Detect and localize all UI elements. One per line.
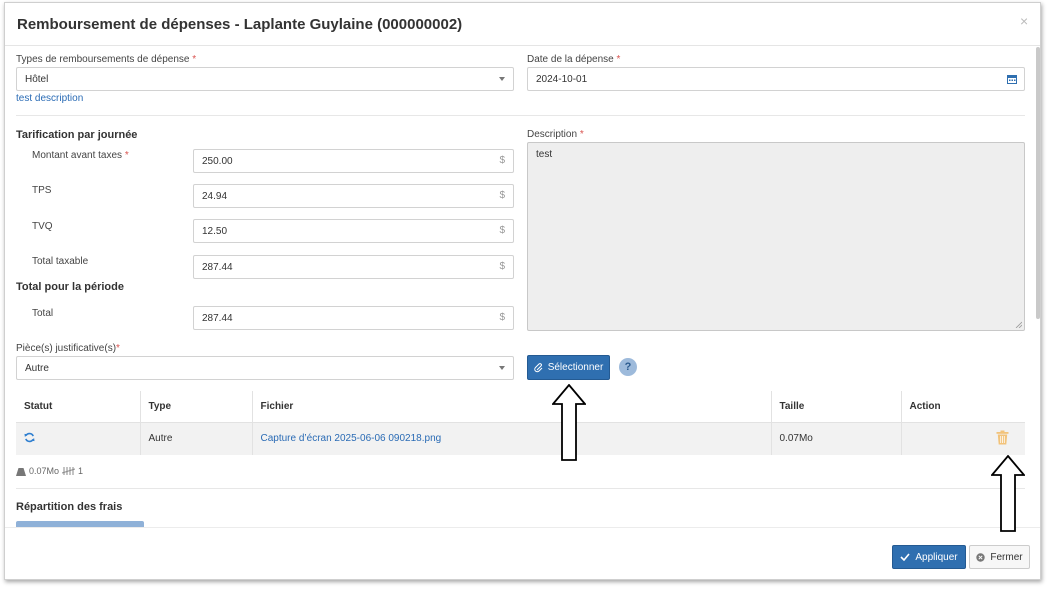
close-circle-icon xyxy=(976,552,986,562)
amount-before-tax-value: 250.00 xyxy=(202,156,233,167)
weight-icon xyxy=(16,467,26,476)
scrollbar-thumb[interactable] xyxy=(1036,47,1040,319)
tps-label: TPS xyxy=(32,185,52,196)
column-header-action: Action xyxy=(901,391,1025,423)
total-taxable-label: Total taxable xyxy=(32,256,89,267)
description-label: Description * xyxy=(527,129,584,140)
expense-type-select[interactable]: Hôtel xyxy=(16,67,514,91)
refresh-icon xyxy=(24,432,35,442)
total-taxable-value: 287.44 xyxy=(202,262,233,273)
trash-icon[interactable] xyxy=(996,430,1009,445)
header-divider xyxy=(5,45,1040,46)
period-total-label: Total xyxy=(32,308,54,319)
select-file-button[interactable]: Sélectionner xyxy=(527,355,610,380)
dollar-icon: $ xyxy=(499,312,505,323)
calendar-icon[interactable] xyxy=(1007,74,1017,84)
action-cell xyxy=(901,422,1025,455)
expense-type-value: Hôtel xyxy=(25,74,49,85)
description-value: test xyxy=(536,149,553,160)
tvq-label: TVQ xyxy=(32,221,53,232)
apply-button[interactable]: Appliquer xyxy=(892,545,966,569)
attachments-label: Pièce(s) justificative(s)* xyxy=(16,343,120,354)
summary-size: 0.07Mo xyxy=(29,466,60,476)
amount-before-tax-input[interactable]: 250.00 $ xyxy=(193,149,514,173)
file-cell: Capture d’écran 2025-06-06 090218.png xyxy=(252,422,772,455)
arrow-up-annotation-select xyxy=(552,384,586,461)
distribution-title: Répartition des frais xyxy=(16,501,123,513)
expense-date-input[interactable]: 2024-10-01 xyxy=(527,67,1025,91)
expense-dialog: Remboursement de dépenses - Laplante Guy… xyxy=(4,2,1041,580)
expense-date-label: Date de la dépense * xyxy=(527,54,621,65)
dollar-icon: $ xyxy=(499,261,505,272)
paperclip-icon xyxy=(534,362,543,372)
period-total-input[interactable]: 287.44 $ xyxy=(193,306,514,330)
status-cell xyxy=(16,422,141,455)
section-divider xyxy=(16,488,1025,489)
attachment-type-select[interactable]: Autre xyxy=(16,356,514,380)
apply-label: Appliquer xyxy=(915,551,958,563)
tps-value: 24.94 xyxy=(202,191,228,202)
type-cell: Autre xyxy=(140,422,253,455)
period-total-value: 287.44 xyxy=(202,313,233,324)
column-header-type: Type xyxy=(140,391,253,423)
close-button[interactable]: Fermer xyxy=(969,545,1030,569)
size-cell: 0.07Mo xyxy=(771,422,902,455)
column-header-size: Taille xyxy=(771,391,902,423)
table-row: Autre Capture d’écran 2025-06-06 090218.… xyxy=(16,422,1025,455)
select-file-label: Sélectionner xyxy=(547,362,604,373)
expense-date-value: 2024-10-01 xyxy=(536,74,588,85)
table-header-row: Statut Type Fichier Taille Action xyxy=(16,391,1025,423)
description-textarea[interactable]: test xyxy=(527,142,1025,331)
expense-type-description-link[interactable]: test description xyxy=(16,93,83,104)
close-icon[interactable]: × xyxy=(1020,13,1028,29)
column-header-file: Fichier xyxy=(252,391,772,423)
summary-count: 1 xyxy=(78,466,84,476)
column-header-status: Statut xyxy=(16,391,141,423)
tps-input[interactable]: 24.94 $ xyxy=(193,184,514,208)
daily-rate-title: Tarification par journée xyxy=(16,129,138,141)
section-divider xyxy=(16,115,1025,116)
tvq-value: 12.50 xyxy=(202,226,228,237)
dialog-title: Remboursement de dépenses - Laplante Guy… xyxy=(17,16,463,33)
chevron-down-icon xyxy=(499,77,505,81)
dollar-icon: $ xyxy=(499,225,505,236)
total-taxable-input[interactable]: 287.44 $ xyxy=(193,255,514,279)
arrow-up-annotation-trash xyxy=(991,455,1025,532)
checkmark-icon xyxy=(900,553,910,561)
resize-handle-icon[interactable] xyxy=(1015,321,1022,328)
file-count-icon xyxy=(62,467,76,475)
period-total-title: Total pour la période xyxy=(16,281,124,293)
chevron-down-icon xyxy=(499,366,505,370)
file-link[interactable]: Capture d’écran 2025-06-06 090218.png xyxy=(261,433,442,444)
dollar-icon: $ xyxy=(499,155,505,166)
attachments-summary: 0.07Mo 1 xyxy=(16,466,83,476)
footer-divider xyxy=(5,527,1040,528)
attachment-type-value: Autre xyxy=(25,363,49,374)
tvq-input[interactable]: 12.50 $ xyxy=(193,219,514,243)
dollar-icon: $ xyxy=(499,190,505,201)
attachments-table: Statut Type Fichier Taille Action Autre xyxy=(16,391,1025,455)
amount-before-tax-label: Montant avant taxes * xyxy=(32,150,129,161)
close-label: Fermer xyxy=(990,551,1023,563)
help-icon[interactable]: ? xyxy=(619,358,637,376)
expense-type-label: Types de remboursements de dépense * xyxy=(16,54,197,65)
